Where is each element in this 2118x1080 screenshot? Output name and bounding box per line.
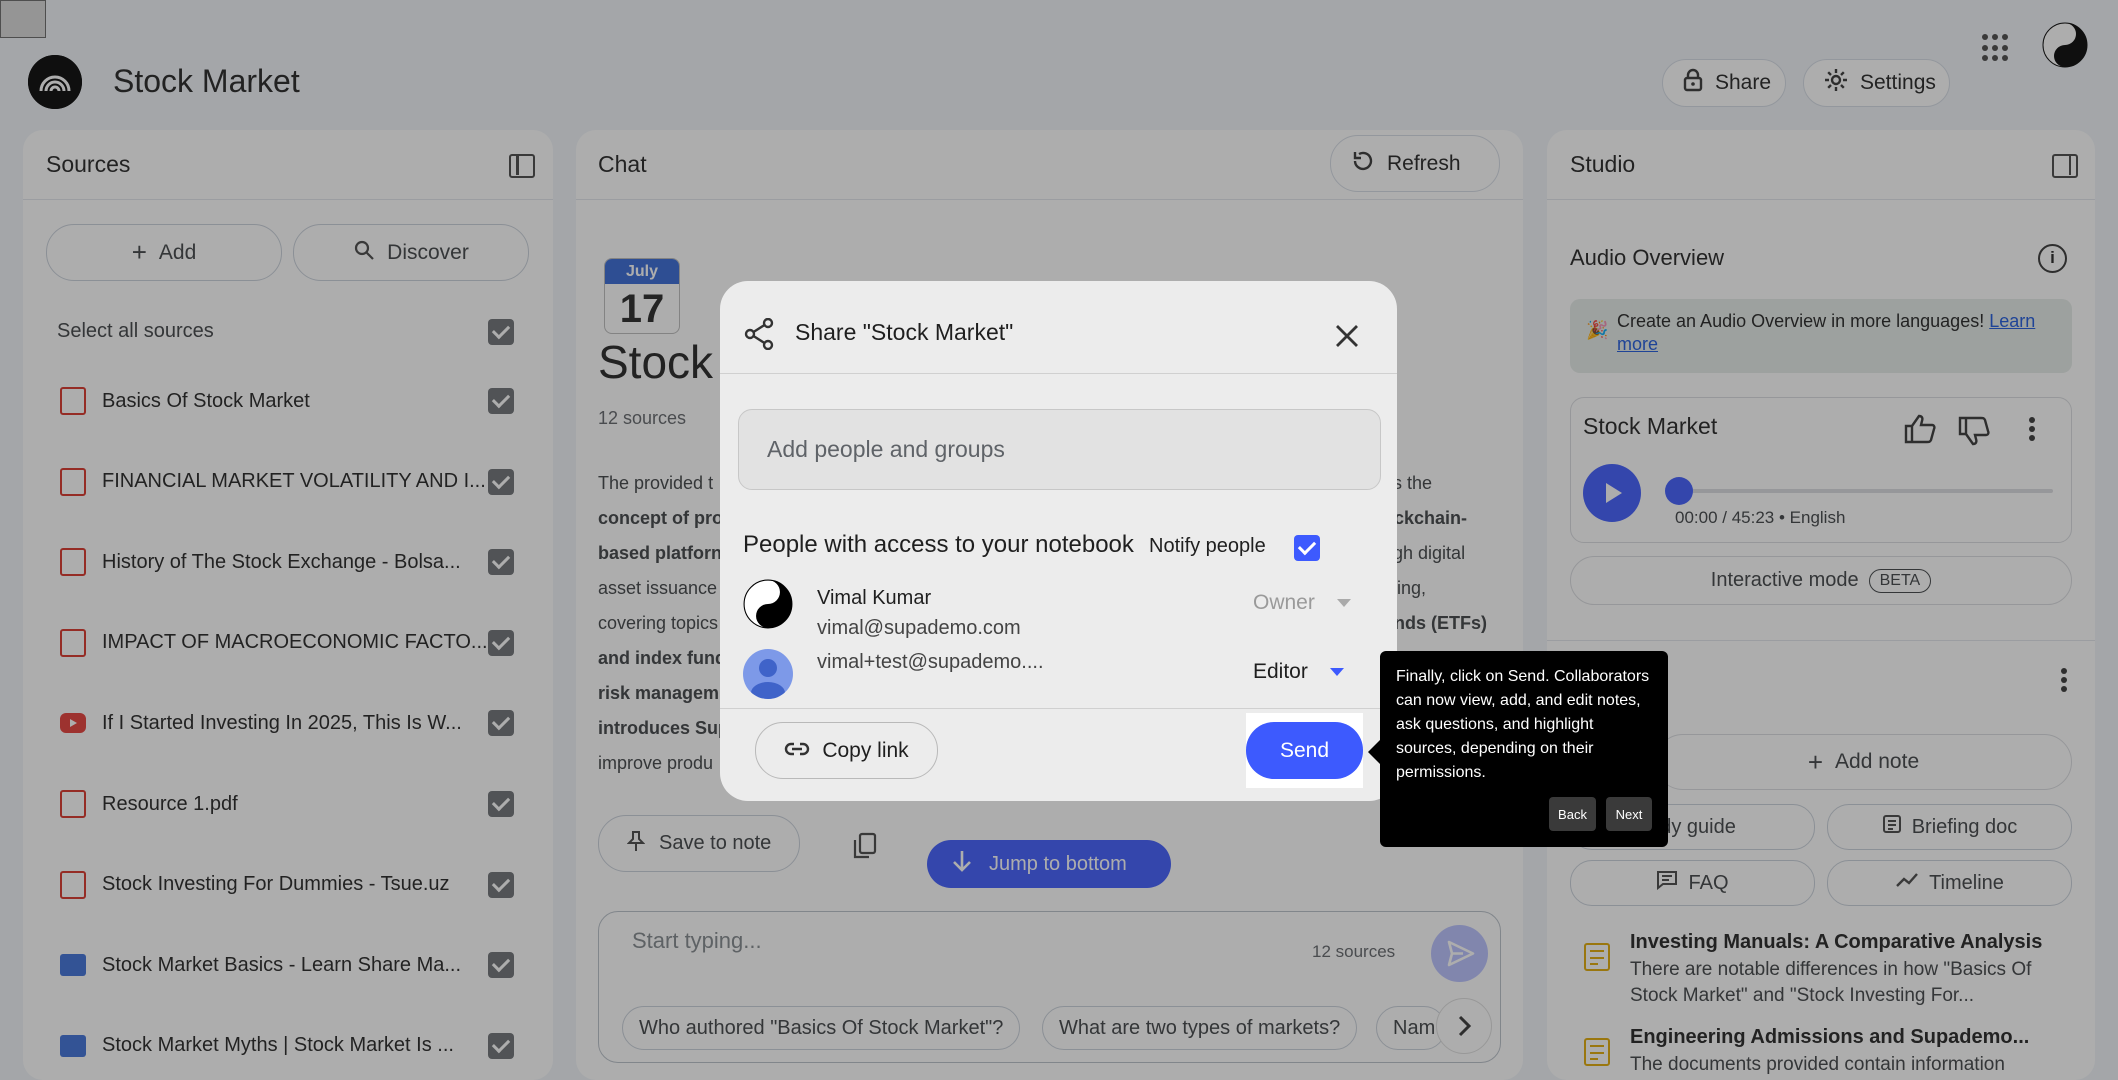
share-dialog-footer-divider xyxy=(720,708,1397,709)
share-icon xyxy=(744,317,774,355)
owner-name: Vimal Kumar xyxy=(817,587,932,609)
send-button[interactable]: Send xyxy=(1246,722,1363,779)
copy-link-label: Copy link xyxy=(822,738,909,762)
collaborator-role-label: Editor xyxy=(1253,660,1308,683)
tooltip-text: Finally, click on Send. Collaborators ca… xyxy=(1396,668,1650,781)
collaborator-role-select[interactable]: Editor xyxy=(1253,660,1344,684)
guide-tooltip: Finally, click on Send. Collaborators ca… xyxy=(1368,651,1668,847)
close-icon[interactable] xyxy=(1334,323,1360,354)
tooltip-next-button[interactable]: Next xyxy=(1606,797,1652,831)
share-dialog-title: Share "Stock Market" xyxy=(795,319,1014,345)
chevron-down-icon xyxy=(1336,599,1351,607)
notify-people-label: Notify people xyxy=(1149,535,1266,557)
add-people-input[interactable] xyxy=(738,409,1381,490)
share-dialog: Share "Stock Market" People with access … xyxy=(720,281,1397,801)
collaborator-avatar xyxy=(743,649,793,699)
tooltip-back-button[interactable]: Back xyxy=(1549,797,1596,831)
role-chevron-down-icon xyxy=(1329,668,1344,676)
collaborator-email: vimal+test@supademo.... xyxy=(817,651,1044,673)
owner-avatar xyxy=(743,579,793,629)
access-heading: People with access to your notebook xyxy=(743,531,1134,558)
share-dialog-header-divider xyxy=(720,373,1397,374)
owner-email: vimal@supademo.com xyxy=(817,617,1021,639)
copy-link-button[interactable]: Copy link xyxy=(755,722,938,779)
notify-people-checkbox[interactable] xyxy=(1294,535,1320,561)
owner-role-label: Owner xyxy=(1253,591,1315,614)
owner-role: Owner xyxy=(1253,591,1351,615)
link-icon xyxy=(784,739,810,763)
